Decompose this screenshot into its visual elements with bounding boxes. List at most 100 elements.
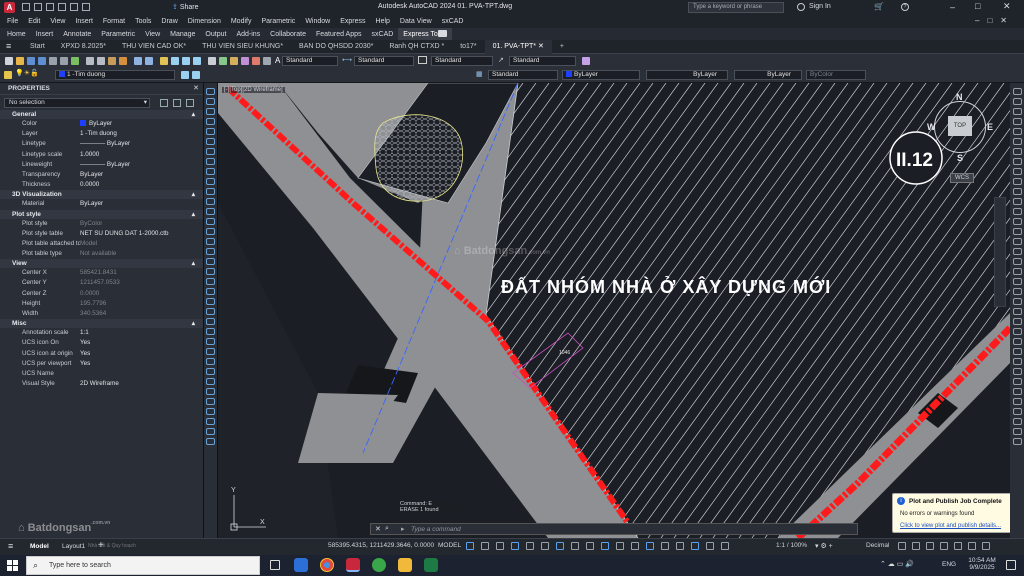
- navigation-bar[interactable]: [994, 197, 1006, 307]
- status-toggle-icon[interactable]: [511, 542, 519, 550]
- property-row[interactable]: Annotation scale 1:1: [0, 328, 203, 338]
- menu-item-format[interactable]: Format: [98, 15, 130, 28]
- draw-tool-icon[interactable]: [206, 388, 215, 395]
- draw-tool-icon[interactable]: [206, 118, 215, 125]
- copy-icon[interactable]: [97, 57, 105, 65]
- draw-tool-icon[interactable]: [206, 368, 215, 375]
- close-tab-icon[interactable]: ✕: [536, 43, 544, 50]
- menu-item-tools[interactable]: Tools: [130, 15, 156, 28]
- tab-layout1[interactable]: Layout1: [62, 543, 85, 550]
- modify-tool-icon[interactable]: [1012, 228, 1022, 235]
- taskbar-search[interactable]: ⌕ Type here to search: [26, 556, 260, 575]
- units-display[interactable]: Decimal: [866, 542, 889, 549]
- add-layout-button[interactable]: +: [98, 540, 104, 551]
- notification-link[interactable]: Click to view plot and publish details..…: [900, 523, 1001, 529]
- modify-tool-icon[interactable]: [1012, 258, 1022, 265]
- property-section-header[interactable]: Plot style ▴: [0, 209, 203, 219]
- hamburger-menu-icon[interactable]: ≡: [6, 41, 11, 51]
- command-input[interactable]: Type a command: [411, 526, 461, 533]
- zoom-realtime-icon[interactable]: [171, 57, 179, 65]
- linetype-combo[interactable]: ByLayer: [646, 70, 728, 80]
- modify-tool-icon[interactable]: [1012, 318, 1022, 325]
- status-toggle-icon[interactable]: [481, 542, 489, 550]
- sign-in-button[interactable]: Sign In: [809, 3, 831, 10]
- modify-tool-icon[interactable]: [1012, 118, 1022, 125]
- excel-icon[interactable]: [424, 558, 438, 572]
- coordinate-readout[interactable]: 585395.4315, 1211429.3646, 0.0000: [328, 542, 434, 549]
- property-row[interactable]: Plot style ByColor: [0, 219, 203, 229]
- property-row[interactable]: UCS icon at origin Yes: [0, 349, 203, 359]
- modify-tool-icon[interactable]: [1012, 408, 1022, 415]
- modify-tool-icon[interactable]: [1012, 328, 1022, 335]
- drawing-svg[interactable]: 1046 ĐẤT NHÓM NHÀ Ở XÂY DỰNG MỚI II.12 Y…: [218, 83, 1010, 538]
- app-icon-1[interactable]: [294, 558, 308, 572]
- compass-north[interactable]: N: [956, 92, 963, 102]
- compass-south[interactable]: S: [957, 153, 963, 163]
- zoom-previous-icon[interactable]: [193, 57, 201, 65]
- menu-item-modify[interactable]: Modify: [226, 15, 257, 28]
- drawing-canvas[interactable]: 1046 ĐẤT NHÓM NHÀ Ở XÂY DỰNG MỚI II.12 Y…: [218, 83, 1010, 538]
- property-row[interactable]: Visual Style 2D Wireframe: [0, 379, 203, 389]
- quick-select-icon[interactable]: [186, 99, 194, 107]
- menu-item-sxcad[interactable]: sxCAD: [437, 15, 469, 28]
- draw-tool-icon[interactable]: [206, 418, 215, 425]
- properties-icon[interactable]: [208, 57, 216, 65]
- plot-icon[interactable]: [49, 57, 57, 65]
- menu-item-dimension[interactable]: Dimension: [183, 15, 226, 28]
- search-input[interactable]: Type a keyword or phrase: [688, 2, 784, 13]
- modify-tool-icon[interactable]: [1012, 108, 1022, 115]
- draw-tool-icon[interactable]: [206, 428, 215, 435]
- status-toggle-icon[interactable]: [526, 542, 534, 550]
- calculator-icon[interactable]: [263, 57, 271, 65]
- command-close-icon[interactable]: ✕: [375, 525, 381, 533]
- draw-tool-icon[interactable]: [206, 288, 215, 295]
- menu-item-insert[interactable]: Insert: [70, 15, 98, 28]
- publish-icon[interactable]: [71, 57, 79, 65]
- property-row[interactable]: Color ByLayer: [0, 119, 203, 129]
- modify-tool-icon[interactable]: [1012, 438, 1022, 445]
- wcs-menu[interactable]: WCS: [950, 173, 974, 183]
- match-properties-icon[interactable]: [119, 57, 127, 65]
- share-button[interactable]: ⇪ Share: [172, 3, 199, 11]
- property-row[interactable]: Center X 585421.8431: [0, 268, 203, 278]
- draw-tool-icon[interactable]: [206, 158, 215, 165]
- text-style-combo[interactable]: Standard: [282, 56, 338, 66]
- property-row[interactable]: Linetype ———— ByLayer: [0, 139, 203, 149]
- modify-tool-icon[interactable]: [1012, 248, 1022, 255]
- annotation-settings-icon[interactable]: ▾ ⚙ +: [815, 542, 833, 550]
- modify-tool-icon[interactable]: [1012, 208, 1022, 215]
- draw-tool-icon[interactable]: [206, 148, 215, 155]
- menu-item-draw[interactable]: Draw: [156, 15, 182, 28]
- property-row[interactable]: Lineweight ———— ByLayer: [0, 160, 203, 170]
- modify-tool-icon[interactable]: [1012, 238, 1022, 245]
- modify-tool-icon[interactable]: [1012, 278, 1022, 285]
- autocad-taskbar-icon[interactable]: [346, 558, 360, 572]
- modify-tool-icon[interactable]: [1012, 148, 1022, 155]
- save-icon[interactable]: [27, 57, 35, 65]
- draw-tool-icon[interactable]: [206, 108, 215, 115]
- doc-tab[interactable]: Ranh QH CTXD *: [381, 40, 452, 54]
- property-section-header[interactable]: View ▴: [0, 259, 203, 269]
- clock[interactable]: 10:54 AM 9/9/2025: [964, 557, 1000, 571]
- modify-tool-icon[interactable]: [1012, 128, 1022, 135]
- pan-icon[interactable]: [160, 57, 168, 65]
- modify-tool-icon[interactable]: [1012, 368, 1022, 375]
- modify-tool-icon[interactable]: [1012, 428, 1022, 435]
- draw-tool-icon[interactable]: [206, 278, 215, 285]
- modify-tool-icon[interactable]: [1012, 268, 1022, 275]
- saveas-icon[interactable]: [38, 57, 46, 65]
- palette-close-icon[interactable]: ✕: [193, 83, 199, 95]
- task-view-icon[interactable]: [270, 560, 280, 570]
- cut-icon[interactable]: [86, 57, 94, 65]
- toolpalettes-icon[interactable]: [230, 57, 238, 65]
- draw-tool-icon[interactable]: [206, 378, 215, 385]
- doc-tab[interactable]: THU VIEN SIEU KHUNG*: [194, 40, 291, 54]
- designcenter-icon[interactable]: [219, 57, 227, 65]
- plotstyle-color-combo[interactable]: ByColor: [806, 70, 866, 80]
- plot-notification[interactable]: i Plot and Publish Job Complete ✕ No err…: [892, 493, 1010, 533]
- help-icon[interactable]: ?: [901, 3, 909, 11]
- autocad-logo-icon[interactable]: A: [4, 2, 15, 13]
- draw-tool-icon[interactable]: [206, 248, 215, 255]
- property-section-header[interactable]: General ▴: [0, 110, 203, 119]
- chrome-icon[interactable]: [320, 558, 334, 572]
